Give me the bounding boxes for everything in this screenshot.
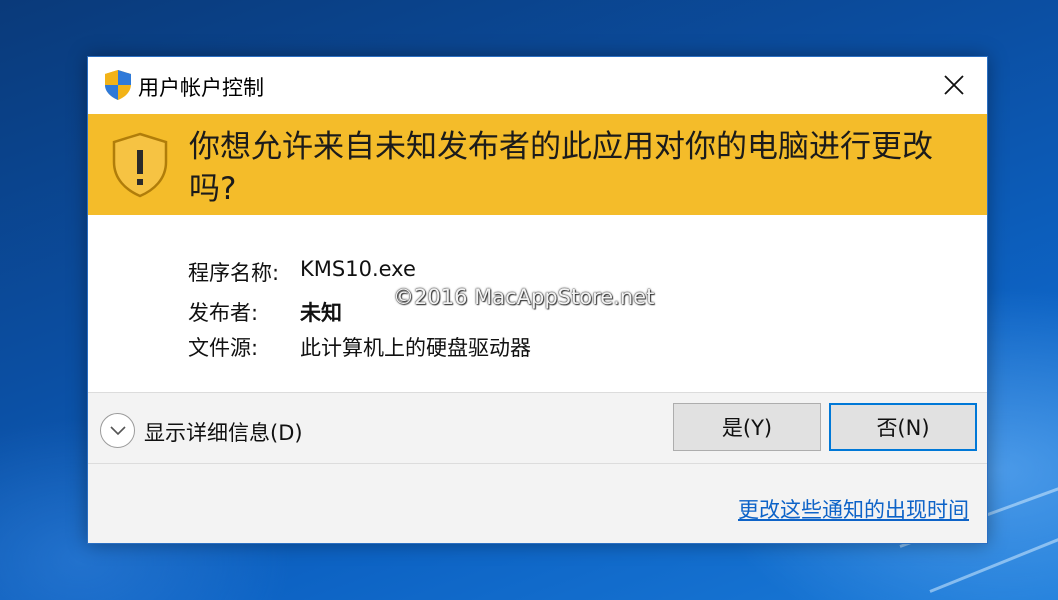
source-value: 此计算机上的硬盘驱动器 [300,336,531,360]
expand-details-button[interactable] [100,413,135,448]
button-area: 显示详细信息(D) 是(Y) 否(N) [88,393,987,463]
uac-shield-icon [105,70,131,100]
close-button[interactable] [921,57,987,113]
warning-banner: 你想允许来自未知发布者的此应用对你的电脑进行更改吗? [88,114,987,215]
close-icon [944,75,964,95]
notification-settings-link[interactable]: 更改这些通知的出现时间 [738,494,969,524]
uac-dialog: 用户帐户控制 你想允许来自未知发布者的此应用对你的电脑进行更改吗? 程序名称: … [87,56,988,544]
yes-button[interactable]: 是(Y) [673,403,821,451]
publisher-label: 发布者: [188,301,259,325]
program-value: KMS10.exe [300,257,416,281]
chevron-down-icon [109,425,126,435]
program-label: 程序名称: [188,261,280,285]
footer: 更改这些通知的出现时间 [88,464,987,543]
show-details-label[interactable]: 显示详细信息(D) [144,417,303,447]
warning-shield-icon [112,132,168,198]
no-button[interactable]: 否(N) [829,403,977,451]
source-label: 文件源: [188,336,259,360]
window-title: 用户帐户控制 [138,76,264,100]
prompt-question: 你想允许来自未知发布者的此应用对你的电脑进行更改吗? [189,129,933,207]
watermark-text: ©2016 MacAppStore.net [393,285,655,309]
title-bar: 用户帐户控制 [88,57,987,113]
publisher-value: 未知 [300,301,342,325]
